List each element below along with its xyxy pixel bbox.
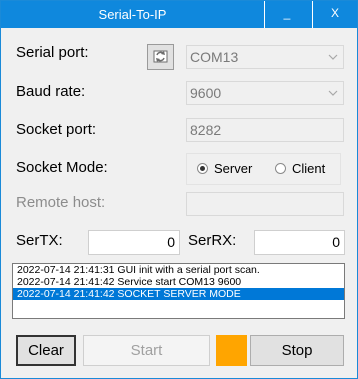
baud-rate-label: Baud rate:	[16, 83, 86, 100]
refresh-ports-button[interactable]	[147, 44, 174, 70]
log-line-selected[interactable]: 2022-07-14 21:41:42 SOCKET SERVER MODE	[13, 288, 344, 300]
chevron-down-icon	[328, 90, 338, 96]
minimize-button[interactable]: _	[264, 1, 309, 28]
chevron-down-icon	[328, 54, 338, 60]
socket-port-label: Socket port:	[16, 121, 97, 138]
baud-rate-value: 9600	[190, 85, 222, 101]
server-radio[interactable]	[197, 163, 208, 174]
log-line[interactable]: 2022-07-14 21:41:42 Service start COM13 …	[13, 276, 344, 288]
window-title: Serial-To-IP	[98, 7, 167, 22]
app-window: Serial-To-IP _ X Serial port: COM13 Baud…	[0, 0, 358, 379]
serial-port-value: COM13	[190, 49, 239, 65]
socket-mode-label: Socket Mode:	[16, 159, 108, 176]
close-button[interactable]: X	[312, 1, 357, 28]
baud-rate-select[interactable]: 9600	[186, 81, 344, 105]
start-button[interactable]: Start	[83, 335, 210, 366]
sertx-label: SerTX:	[16, 232, 63, 249]
title-bar[interactable]: Serial-To-IP _ X	[1, 1, 357, 28]
status-indicator	[216, 335, 247, 366]
stop-button[interactable]: Stop	[250, 335, 344, 366]
serrx-counter: 0	[254, 230, 345, 255]
remote-host-field[interactable]	[186, 192, 344, 216]
serial-port-select[interactable]: COM13	[186, 45, 344, 69]
remote-host-label: Remote host:	[16, 194, 106, 211]
clear-button[interactable]: Clear	[16, 335, 76, 366]
client-radio[interactable]	[275, 163, 286, 174]
server-radio-label[interactable]: Server	[214, 161, 252, 176]
log-list[interactable]: 2022-07-14 21:41:31 GUI init with a seri…	[12, 263, 345, 319]
socket-port-field[interactable]: 8282	[186, 118, 344, 142]
refresh-ports-icon	[153, 50, 168, 63]
socket-mode-group: Server Client	[186, 153, 341, 185]
sertx-counter: 0	[88, 230, 180, 255]
client-radio-label[interactable]: Client	[292, 161, 325, 176]
log-line[interactable]: 2022-07-14 21:41:31 GUI init with a seri…	[13, 264, 344, 276]
serial-port-label: Serial port:	[16, 44, 89, 61]
serrx-label: SerRX:	[188, 232, 237, 249]
